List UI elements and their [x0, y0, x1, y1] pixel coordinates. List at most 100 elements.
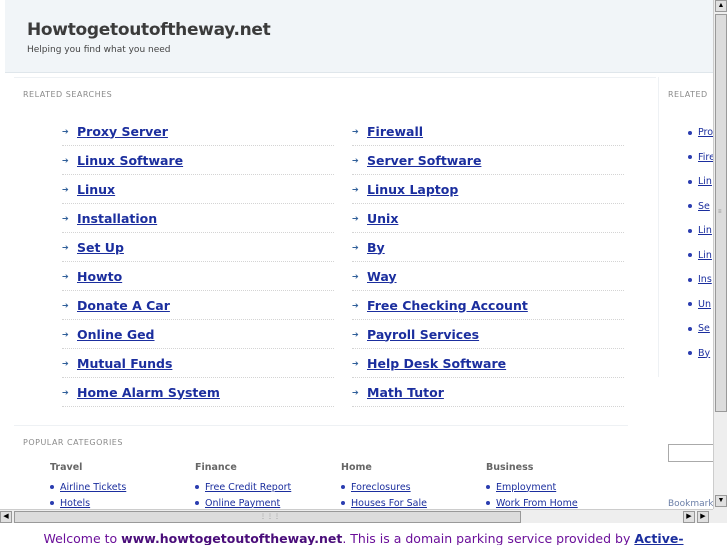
related-search-item: ➔ Set Up [62, 233, 334, 262]
vertical-scrollbar[interactable]: ▲ ≡ ▼ [713, 0, 727, 509]
arrow-icon: ➔ [352, 242, 359, 252]
scrollbar-corner [713, 509, 727, 523]
scroll-left-icon[interactable]: ◀ [0, 511, 12, 523]
scroll-right-icon[interactable]: ▶ [697, 511, 709, 523]
category-business: Business Employment Work From Home [486, 462, 578, 509]
bullet-icon [688, 277, 692, 282]
sidebar-link[interactable]: Se [698, 323, 710, 334]
horizontal-scroll-thumb[interactable]: ⋮⋮⋮ [14, 511, 521, 523]
vertical-scroll-thumb[interactable]: ≡ [715, 14, 727, 412]
related-search-item: ➔ Online Ged [62, 320, 334, 349]
arrow-icon: ➔ [352, 300, 359, 310]
category-title: Finance [195, 462, 237, 473]
category-item: Foreclosures [341, 479, 427, 495]
sidebar-link[interactable]: Se [698, 201, 710, 212]
scroll-down-icon[interactable]: ▼ [715, 495, 727, 507]
related-search-link[interactable]: Howto [77, 269, 122, 284]
scroll-up-icon[interactable]: ▲ [715, 0, 727, 12]
sidebar-link[interactable]: Un [698, 299, 711, 310]
sidebar-link[interactable]: Lin [698, 225, 712, 236]
category-item: Hotels [50, 495, 126, 509]
related-search-link[interactable]: Proxy Server [77, 124, 168, 139]
related-search-link[interactable]: Donate A Car [77, 298, 170, 313]
bullet-icon [688, 228, 692, 233]
category-link[interactable]: Houses For Sale [351, 498, 427, 509]
arrow-icon: ➔ [352, 387, 359, 397]
category-title: Home [341, 462, 372, 473]
sidebar-item: By [688, 348, 710, 359]
related-search-link[interactable]: Unix [367, 211, 398, 226]
bullet-icon [195, 501, 199, 505]
related-search-link[interactable]: Linux Software [77, 153, 183, 168]
footer-provider-link[interactable]: Active- [634, 531, 683, 545]
related-search-link[interactable]: Linux [77, 182, 115, 197]
category-link[interactable]: Free Credit Report [205, 482, 291, 493]
related-searches-right-column: ➔ Firewall ➔ Server Software ➔ Linux Laptop ➔ U… [352, 117, 624, 407]
sidebar-item: Lin [688, 225, 712, 236]
related-search-link[interactable]: Online Ged [77, 327, 155, 342]
category-title: Business [486, 462, 534, 473]
arrow-icon: ➔ [352, 271, 359, 281]
category-item: Employment [486, 479, 578, 495]
bullet-icon [195, 485, 199, 489]
related-search-item: ➔ Donate A Car [62, 291, 334, 320]
related-search-link[interactable]: Set Up [77, 240, 124, 255]
bookmark-link[interactable]: Bookmark [668, 499, 713, 509]
sidebar-link[interactable]: Ins [698, 274, 712, 285]
horizontal-scrollbar[interactable]: ◀ ⋮⋮⋮ ▶ ▶ [0, 509, 713, 523]
related-search-item: ➔ By [352, 233, 624, 262]
related-search-link[interactable]: Payroll Services [367, 327, 479, 342]
related-search-item: ➔ Home Alarm System [62, 378, 334, 407]
grip-icon: ⋮⋮⋮ [260, 514, 281, 520]
sidebar-item: Lin [688, 176, 712, 187]
divider [14, 425, 628, 426]
category-link[interactable]: Work From Home [496, 498, 578, 509]
category-item: Work From Home [486, 495, 578, 509]
sidebar-search-input[interactable] [668, 444, 713, 462]
category-finance: Finance Free Credit Report Online Payment [195, 462, 291, 509]
category-item: Houses For Sale [341, 495, 427, 509]
category-link[interactable]: Hotels [60, 498, 90, 509]
sidebar-link[interactable]: Lin [698, 176, 712, 187]
related-search-link[interactable]: Firewall [367, 124, 423, 139]
bullet-icon [50, 485, 54, 489]
bullet-icon [486, 501, 490, 505]
category-title: Travel [50, 462, 83, 473]
sidebar-link[interactable]: Fire [698, 152, 713, 163]
arrow-icon: ➔ [62, 242, 69, 252]
related-search-link[interactable]: By [367, 240, 385, 255]
related-search-link[interactable]: Way [367, 269, 397, 284]
arrow-icon: ➔ [62, 184, 69, 194]
arrow-icon: ➔ [352, 213, 359, 223]
related-search-link[interactable]: Server Software [367, 153, 481, 168]
category-link[interactable]: Employment [496, 482, 556, 493]
category-link[interactable]: Foreclosures [351, 482, 411, 493]
sidebar-item: Ins [688, 274, 712, 285]
sidebar-item: Pro [688, 127, 713, 138]
related-search-item: ➔ Mutual Funds [62, 349, 334, 378]
site-title: Howtogetoutoftheway.net [27, 20, 271, 40]
related-search-link[interactable]: Mutual Funds [77, 356, 172, 371]
scroll-right-icon[interactable]: ▶ [683, 511, 695, 523]
related-search-link[interactable]: Free Checking Account [367, 298, 528, 313]
parking-footer: Welcome to www.howtogetoutoftheway.net. … [0, 523, 727, 545]
related-search-item: ➔ Math Tutor [352, 378, 624, 407]
related-search-link[interactable]: Math Tutor [367, 385, 444, 400]
page-viewport: Howtogetoutoftheway.net Helping you find… [0, 0, 713, 509]
sidebar-link[interactable]: Lin [698, 250, 712, 261]
related-search-link[interactable]: Help Desk Software [367, 356, 506, 371]
category-travel: Travel Airline Tickets Hotels [50, 462, 126, 509]
sidebar-link[interactable]: Pro [698, 127, 713, 138]
sidebar-link[interactable]: By [698, 348, 710, 359]
related-search-item: ➔ Linux Laptop [352, 175, 624, 204]
arrow-icon: ➔ [352, 155, 359, 165]
related-search-link[interactable]: Installation [77, 211, 157, 226]
category-link[interactable]: Airline Tickets [60, 482, 126, 493]
related-search-link[interactable]: Home Alarm System [77, 385, 220, 400]
related-search-link[interactable]: Linux Laptop [367, 182, 458, 197]
bullet-icon [688, 326, 692, 331]
bullet-icon [50, 501, 54, 505]
category-link[interactable]: Online Payment [205, 498, 280, 509]
arrow-icon: ➔ [62, 300, 69, 310]
related-search-item: ➔ Linux Software [62, 146, 334, 175]
